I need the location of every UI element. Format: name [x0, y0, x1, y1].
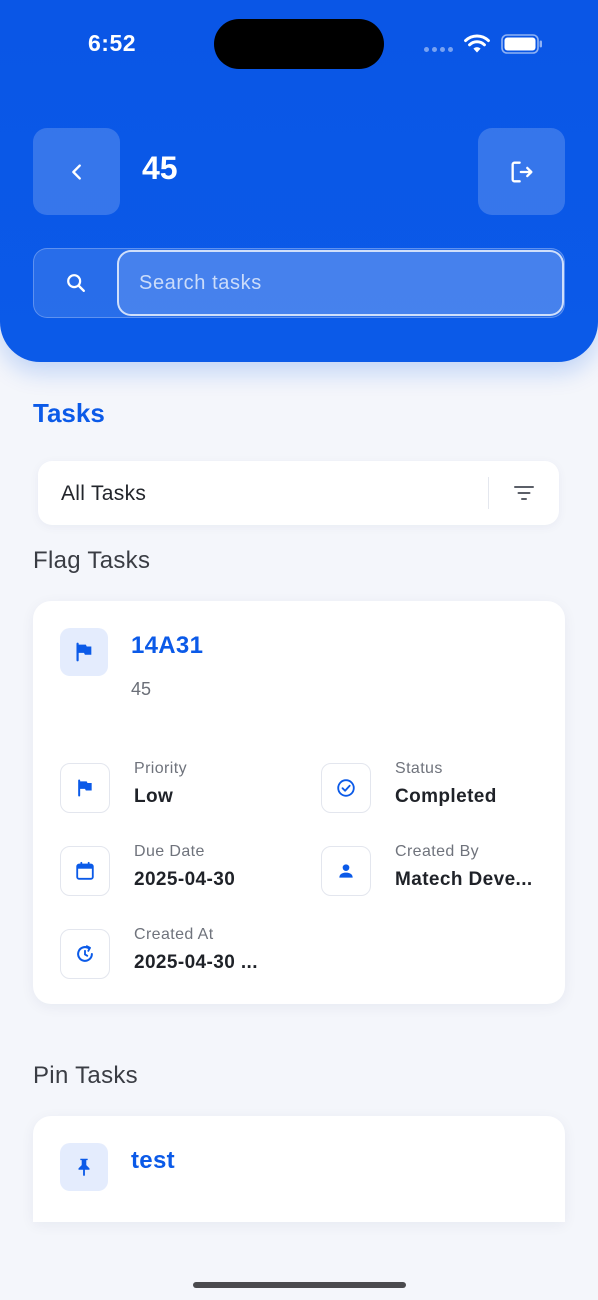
priority-value: Low [134, 786, 174, 807]
task-type-badge [60, 628, 108, 676]
tasks-heading: Tasks [33, 398, 105, 428]
search-icon [67, 274, 85, 292]
search-input[interactable] [117, 250, 564, 316]
created-at-value: 2025-04-30 ... [134, 952, 258, 973]
home-indicator [193, 1282, 406, 1288]
logout-icon [511, 161, 532, 182]
calendar-icon [76, 861, 94, 880]
page-title: 45 [142, 150, 178, 186]
priority-label: Priority [134, 760, 187, 777]
created-at-label: Created At [134, 926, 214, 943]
pin-task-card[interactable]: test [33, 1116, 565, 1222]
app-header: 6:52 45 [0, 0, 598, 362]
cellular-signal-icon [424, 47, 453, 52]
chevron-left-icon [71, 163, 81, 180]
due-date-label: Due Date [134, 843, 205, 860]
wifi-icon [464, 34, 490, 53]
battery-icon [501, 34, 542, 54]
created-by-label: Created By [395, 843, 480, 860]
flag-icon [78, 779, 92, 797]
flag-tasks-title: Flag Tasks [33, 547, 151, 574]
task-title: 14A31 [131, 632, 204, 659]
clock-refresh-icon [77, 945, 93, 962]
due-date-value: 2025-04-30 [134, 869, 236, 890]
pin-icon [78, 1158, 90, 1177]
status-time: 6:52 [88, 30, 137, 56]
flag-icon [76, 642, 92, 662]
task-type-badge [60, 1143, 108, 1191]
due-date-field: Due Date 2025-04-30 [60, 843, 300, 899]
person-icon [339, 864, 353, 878]
flag-task-card[interactable]: 14A31 45 Priority Low Status Completed D… [33, 601, 565, 1004]
filter-selected-value: All Tasks [61, 482, 147, 505]
created-at-field: Created At 2025-04-30 ... [60, 926, 300, 982]
back-button[interactable] [33, 128, 120, 215]
check-circle-icon [337, 779, 355, 797]
status-field: Status Completed [321, 760, 561, 816]
filter-divider [488, 477, 489, 509]
created-by-value: Matech Deve... [395, 869, 533, 890]
task-description: 45 [131, 679, 152, 699]
status-value: Completed [395, 786, 497, 807]
priority-field: Priority Low [60, 760, 300, 816]
filter-icon[interactable] [512, 481, 536, 505]
search-bar [33, 248, 565, 318]
pin-tasks-title: Pin Tasks [33, 1062, 138, 1089]
dynamic-island [214, 19, 384, 69]
created-by-field: Created By Matech Deve... [321, 843, 561, 899]
task-title: test [131, 1147, 175, 1174]
search-button[interactable] [34, 249, 118, 317]
logout-button[interactable] [478, 128, 565, 215]
status-label: Status [395, 760, 443, 777]
task-filter-dropdown[interactable]: All Tasks [38, 461, 559, 525]
